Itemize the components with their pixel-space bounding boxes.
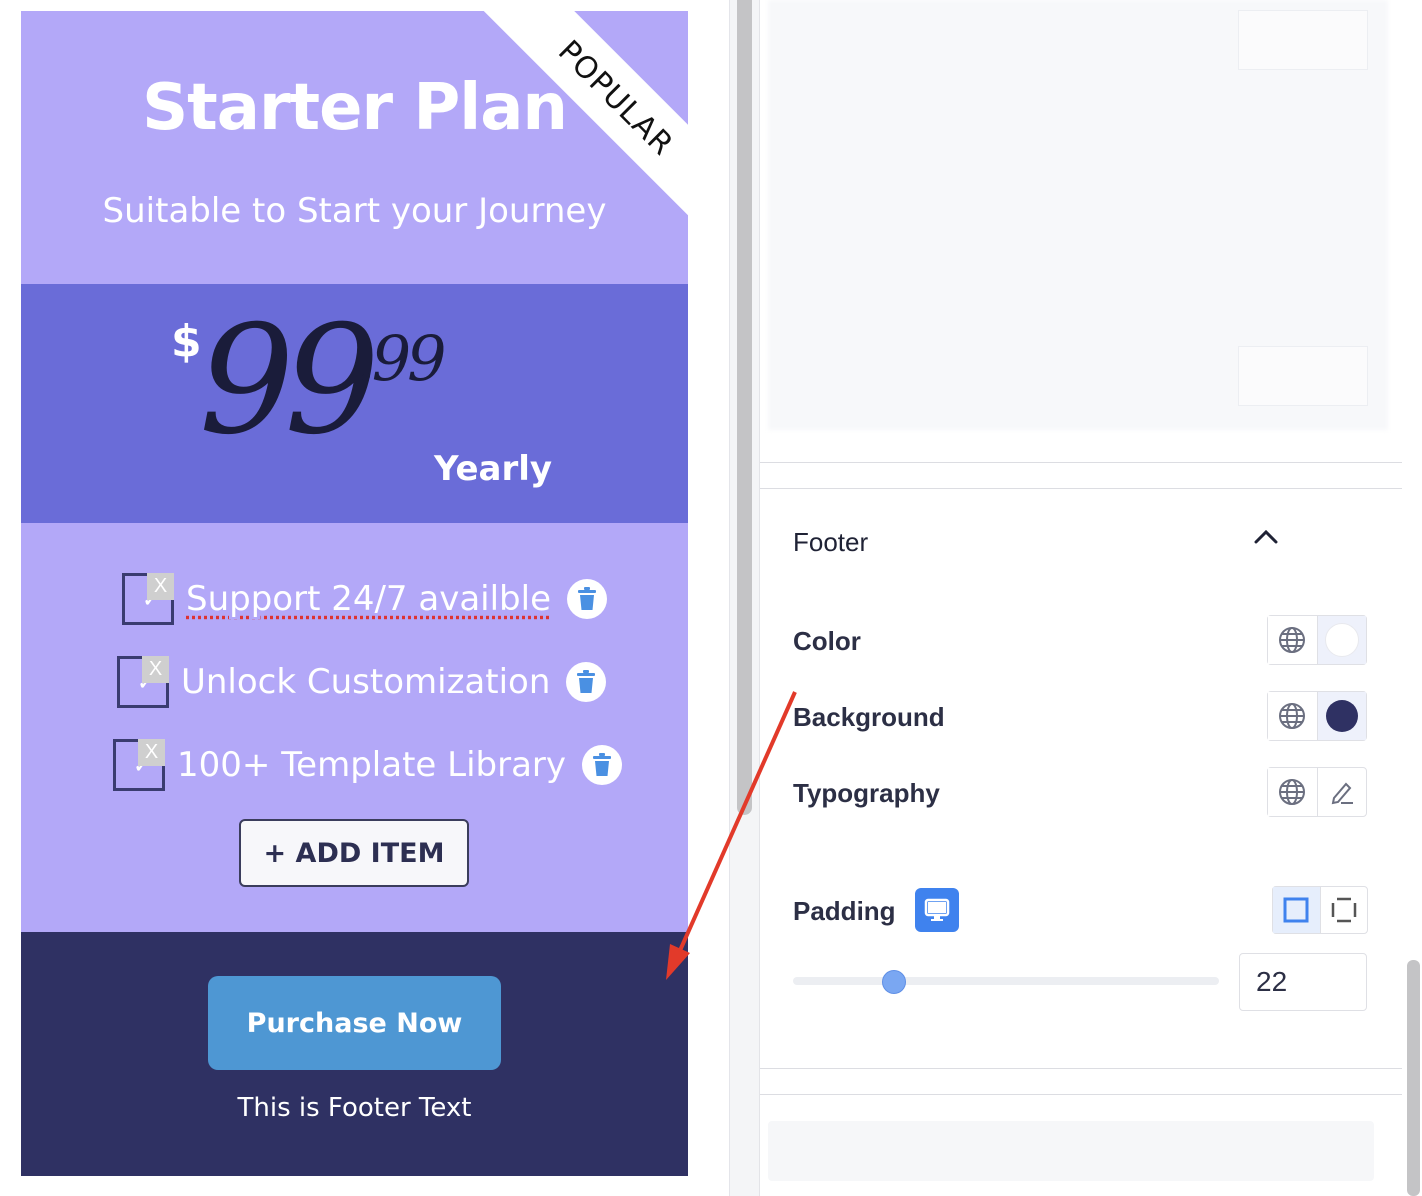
price-period[interactable]: Yearly [434, 449, 552, 489]
feature-item: ✓ X 100+ Template Library [113, 735, 623, 795]
padding-slider-track[interactable] [793, 977, 1219, 985]
card-header: Starter Plan Suitable to Start your Jour… [21, 11, 688, 284]
card-footer: Purchase Now This is Footer Text [21, 932, 688, 1176]
padding-mode-toggle [1272, 886, 1368, 934]
background-swatch [1325, 700, 1358, 732]
ghost-input [1238, 10, 1368, 70]
color-label: Color [793, 626, 861, 656]
purchase-now-button[interactable]: Purchase Now [208, 976, 501, 1070]
trash-icon[interactable] [567, 579, 608, 619]
color-swatch-cell[interactable] [1317, 616, 1366, 664]
background-label: Background [793, 702, 945, 732]
price-decimal[interactable]: .99 [356, 322, 447, 395]
next-section-preview [768, 1121, 1374, 1181]
chevron-up-icon[interactable] [1253, 527, 1279, 547]
background-swatch-cell[interactable] [1317, 692, 1366, 740]
footer-section-title[interactable]: Footer [793, 527, 868, 558]
feature-checkbox[interactable]: ✓ X [122, 573, 174, 625]
section-divider [760, 1094, 1402, 1095]
color-swatch [1324, 623, 1359, 657]
features-list: ✓ X Support 24/7 availble ✓ X Unlock Cus… [21, 523, 688, 932]
add-item-button[interactable]: + ADD ITEM [239, 819, 469, 887]
trash-icon[interactable] [582, 745, 623, 785]
feature-label[interactable]: 100+ Template Library [177, 745, 566, 785]
padding-slider-thumb[interactable] [882, 970, 906, 994]
feature-label[interactable]: Support 24/7 availble [186, 579, 551, 619]
pricing-card: Starter Plan Suitable to Start your Jour… [21, 11, 688, 1176]
feature-checkbox[interactable]: ✓ X [117, 656, 169, 708]
typography-control [1267, 767, 1367, 817]
globe-icon[interactable] [1268, 768, 1318, 816]
feature-item: ✓ X Unlock Customization [117, 652, 607, 712]
desktop-icon[interactable] [915, 888, 959, 932]
remove-icon[interactable]: X [138, 739, 165, 766]
remove-icon[interactable]: X [147, 573, 174, 600]
section-divider [760, 488, 1402, 489]
panel-scrollbar[interactable] [1407, 960, 1420, 1196]
plan-subtitle[interactable]: Suitable to Start your Journey [21, 191, 688, 231]
feature-checkbox[interactable]: ✓ X [113, 739, 165, 791]
trash-icon[interactable] [566, 662, 607, 702]
ghost-input [1238, 346, 1368, 406]
settings-panel: Footer Color Background Typography Paddi… [759, 0, 1402, 1196]
padding-input[interactable]: 22 [1239, 953, 1367, 1011]
background-control [1267, 691, 1367, 741]
individual-padding-icon[interactable] [1321, 887, 1368, 933]
feature-label[interactable]: Unlock Customization [181, 662, 550, 702]
price-band: $ 99 .99 Yearly [21, 284, 688, 523]
section-divider [760, 462, 1402, 463]
footer-text[interactable]: This is Footer Text [21, 1093, 688, 1123]
feature-item: ✓ X Support 24/7 availble [122, 569, 608, 629]
globe-icon[interactable] [1268, 692, 1318, 740]
color-control [1267, 615, 1367, 665]
remove-icon[interactable]: X [142, 656, 169, 683]
linked-padding-icon[interactable] [1273, 887, 1321, 933]
globe-icon[interactable] [1268, 616, 1318, 664]
preview-scrollbar[interactable] [737, 0, 752, 815]
price-currency[interactable]: $ [171, 316, 202, 367]
section-divider [760, 1068, 1402, 1069]
edit-pencil-icon[interactable] [1318, 768, 1367, 816]
padding-label: Padding [793, 896, 896, 926]
price-integer[interactable]: 99 [199, 294, 380, 468]
typography-label: Typography [793, 778, 940, 808]
